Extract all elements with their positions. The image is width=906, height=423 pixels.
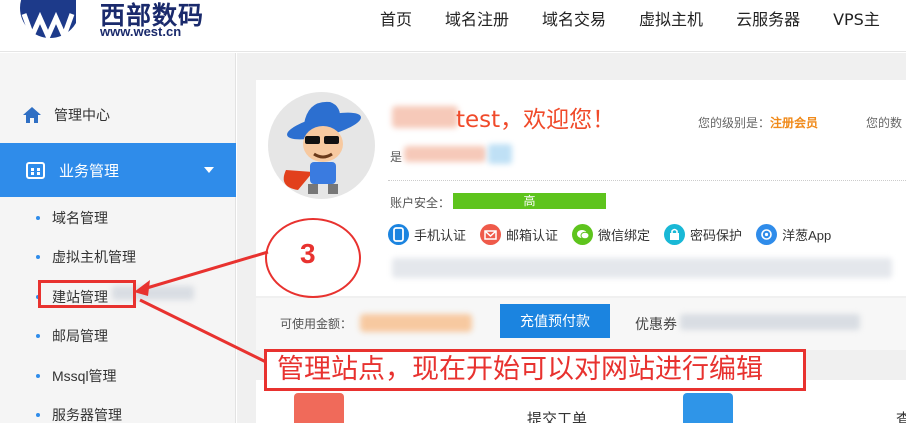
nav-vps[interactable]: VPS主 xyxy=(833,6,880,30)
auth-row: 手机认证 邮箱认证 微信绑定 密码保护 洋葱App xyxy=(388,224,845,245)
member-level: 您的级别是：注册会员 xyxy=(698,114,818,131)
redacted-balance xyxy=(360,314,472,332)
logo-url-text: www.west.cn xyxy=(100,24,182,39)
sidebar-item-server[interactable]: 服务器管理 xyxy=(36,405,122,423)
mail-icon xyxy=(480,224,502,245)
highlight-box xyxy=(38,280,136,308)
phone-icon xyxy=(388,224,409,245)
recharge-button[interactable]: 充值预付款 xyxy=(500,304,610,338)
calendar-icon xyxy=(26,161,45,179)
sidebar-item-label: 域名管理 xyxy=(52,210,108,226)
bullet-icon xyxy=(36,255,40,259)
nav-home[interactable]: 首页 xyxy=(380,6,412,30)
sidebar-item-label: 管理中心 xyxy=(54,107,110,123)
nav-virtual-host[interactable]: 虚拟主机 xyxy=(639,6,703,30)
home-icon xyxy=(23,107,41,123)
sidebar-item-label: 虚拟主机管理 xyxy=(52,249,136,265)
auth-label: 手机认证 xyxy=(414,228,467,243)
sidebar-item-mail[interactable]: 邮局管理 xyxy=(36,326,108,346)
wechat-icon xyxy=(572,224,594,245)
level2-label: 您的数 xyxy=(866,116,903,130)
coupon-label: 优惠券 xyxy=(635,316,677,332)
annotation-caption: 管理站点，现在开始可以对网站进行编辑 xyxy=(264,349,806,391)
welcome-message: test，欢迎您！ xyxy=(456,107,616,133)
step-number: 3 xyxy=(300,238,316,269)
sidebar-item-mssql[interactable]: Mssql管理 xyxy=(36,366,117,386)
top-header: 西部数码 www.west.cn 首页 域名注册 域名交易 虚拟主机 云服务器 … xyxy=(0,0,906,52)
redacted-info-row xyxy=(392,258,892,278)
sidebar-item-domain[interactable]: 域名管理 xyxy=(36,208,108,228)
nav-domain-register[interactable]: 域名注册 xyxy=(445,6,509,30)
redacted-badge xyxy=(488,144,512,164)
redacted-username xyxy=(392,106,458,128)
cut-off-label: 查 xyxy=(896,411,906,423)
sidebar-item-label: Mssql管理 xyxy=(52,368,117,384)
bullet-icon xyxy=(36,413,40,417)
redacted-coupon xyxy=(680,314,860,330)
submit-ticket-link[interactable]: 提交工单 xyxy=(527,408,587,423)
sidebar: 管理中心 业务管理 域名管理 虚拟主机管理 建站管理 邮局管理 Mssql管理 … xyxy=(0,53,236,423)
security-label: 账户安全： xyxy=(390,196,451,210)
redacted-id xyxy=(404,146,486,162)
account-id-label: 是 xyxy=(390,150,403,164)
level-label: 您的级别是： xyxy=(698,116,771,130)
edit-tile-icon[interactable] xyxy=(294,393,344,423)
divider xyxy=(388,180,906,181)
password-protection[interactable]: 密码保护 xyxy=(664,224,742,245)
sidebar-item-management-center[interactable]: 管理中心 xyxy=(22,105,110,125)
nav-cloud-server[interactable]: 云服务器 xyxy=(736,6,800,30)
sidebar-group-business[interactable]: 业务管理 xyxy=(0,143,236,197)
auth-label: 邮箱认证 xyxy=(506,228,559,243)
onion-app-icon xyxy=(756,224,778,245)
chevron-down-icon xyxy=(204,167,214,173)
lock-icon xyxy=(664,224,686,245)
mail-tile-icon[interactable] xyxy=(683,393,733,423)
bullet-icon xyxy=(36,334,40,338)
main-nav: 首页 域名注册 域名交易 虚拟主机 云服务器 VPS主 xyxy=(380,6,906,30)
sidebar-item-label: 服务器管理 xyxy=(52,407,122,423)
phone-auth[interactable]: 手机认证 xyxy=(388,224,466,245)
wechat-bind[interactable]: 微信绑定 xyxy=(572,224,650,245)
security-level-bar: 高 xyxy=(453,193,606,209)
west-logo[interactable]: 西部数码 www.west.cn xyxy=(18,0,208,46)
auth-label: 微信绑定 xyxy=(598,228,651,243)
auth-label: 密码保护 xyxy=(690,228,743,243)
avatar[interactable] xyxy=(268,92,375,199)
sidebar-item-virtual-host[interactable]: 虚拟主机管理 xyxy=(36,247,136,267)
sidebar-item-label: 邮局管理 xyxy=(52,328,108,344)
sidebar-group-label: 业务管理 xyxy=(59,162,120,180)
available-funds-label: 可使用金额： xyxy=(280,317,353,331)
onion-app[interactable]: 洋葱App xyxy=(756,224,831,245)
auth-label: 洋葱App xyxy=(782,228,832,243)
level-value: 注册会员 xyxy=(770,116,819,130)
bullet-icon xyxy=(36,216,40,220)
email-auth[interactable]: 邮箱认证 xyxy=(480,224,558,245)
cartoon-avatar-icon xyxy=(283,101,361,194)
nav-domain-trade[interactable]: 域名交易 xyxy=(542,6,606,30)
logo-mark-icon xyxy=(20,0,76,40)
bullet-icon xyxy=(36,374,40,378)
